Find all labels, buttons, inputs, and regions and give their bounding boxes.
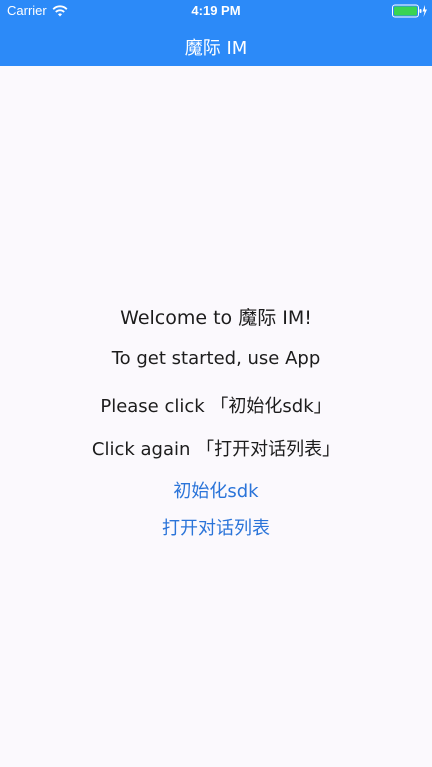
init-sdk-button[interactable]: 初始化sdk xyxy=(173,481,258,502)
open-conversation-list-button[interactable]: 打开对话列表 xyxy=(162,518,270,539)
welcome-title: Welcome to 魔际 IM! xyxy=(120,307,312,329)
open-conversation-list-row: 打开对话列表 xyxy=(0,514,432,540)
init-sdk-row: 初始化sdk xyxy=(0,477,432,503)
welcome-content: Welcome to 魔际 IM! To get started, use Ap… xyxy=(0,0,432,767)
instruction-click-again: Click again 「打开对话列表」 xyxy=(91,439,341,460)
instruction-please-click: Please click 「初始化sdk」 xyxy=(100,396,332,417)
instruction-get-started: To get started, use App xyxy=(111,348,321,369)
